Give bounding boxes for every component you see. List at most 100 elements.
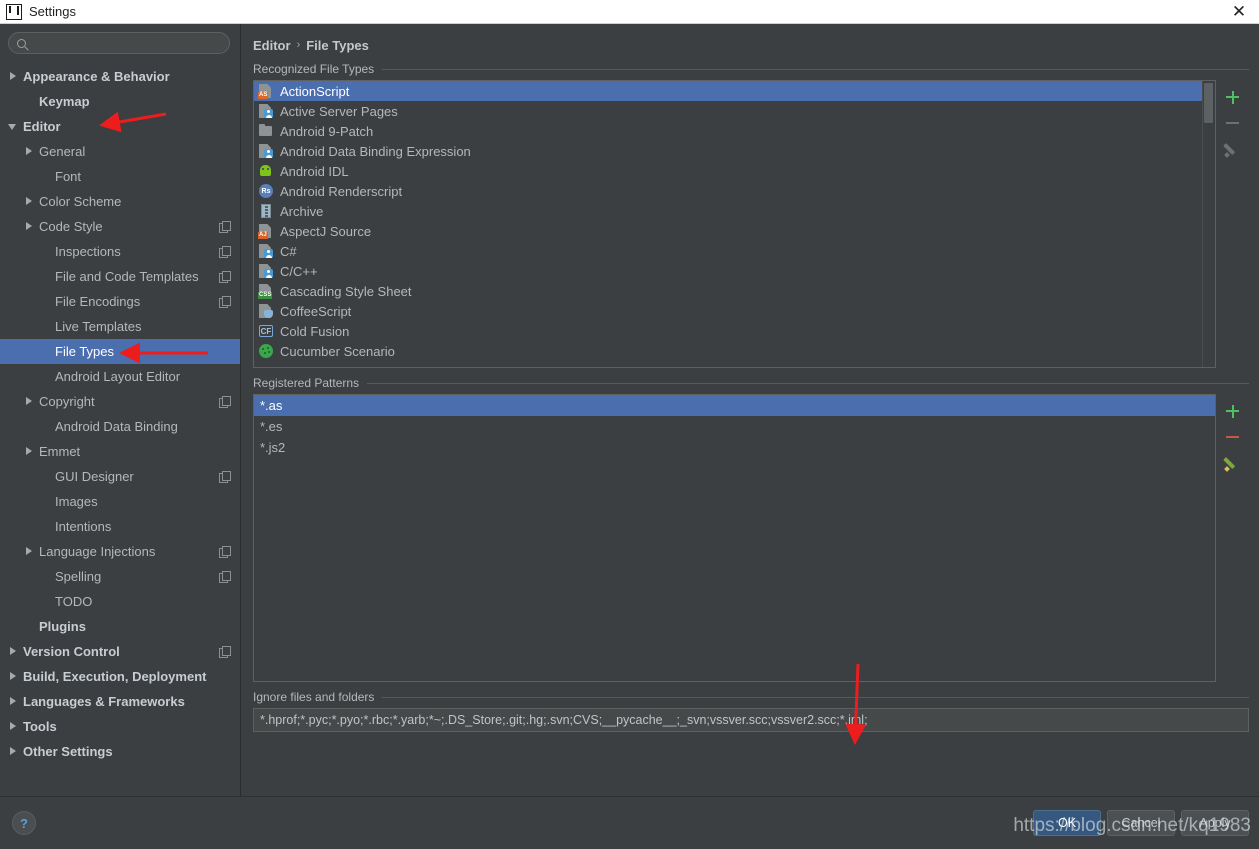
header-divider — [367, 382, 1249, 384]
file-type-row[interactable]: Archive — [254, 201, 1215, 221]
sidebar-item-android-data-binding[interactable]: Android Data Binding — [0, 414, 240, 439]
file-type-row[interactable]: AJ AspectJ Source — [254, 221, 1215, 241]
patterns-list[interactable]: *.as *.es *.js2 — [253, 394, 1216, 682]
chevron-right-icon[interactable] — [8, 71, 19, 82]
sidebar-item-label: Live Templates — [55, 319, 142, 334]
copy-settings-icon — [219, 271, 231, 283]
cf-box-icon: CF — [259, 325, 273, 337]
file-type-row[interactable]: Rs Android Renderscript — [254, 181, 1215, 201]
file-type-row[interactable]: AS ActionScript — [254, 81, 1215, 101]
cancel-button[interactable]: Cancel — [1107, 810, 1175, 836]
file-type-row[interactable]: Cucumber Scenario — [254, 341, 1215, 361]
edit-pattern-button[interactable] — [1221, 450, 1245, 476]
file-type-row[interactable]: Android IDL — [254, 161, 1215, 181]
file-types-list[interactable]: AS ActionScript Active Server Pages Android… — [253, 80, 1216, 368]
dialog-button-group: OK Cancel Apply — [1033, 810, 1249, 836]
file-type-label: Archive — [280, 203, 324, 219]
add-file-type-button[interactable] — [1221, 84, 1245, 110]
chevron-right-icon[interactable] — [8, 671, 19, 682]
file-types-scrollbar-thumb[interactable] — [1204, 83, 1213, 123]
sidebar-item-label: Language Injections — [39, 544, 156, 559]
sidebar-item-version-control[interactable]: Version Control — [0, 639, 240, 664]
pattern-row[interactable]: *.js2 — [254, 437, 1215, 458]
sidebar-item-emmet[interactable]: Emmet — [0, 439, 240, 464]
sidebar-item-label: Version Control — [23, 644, 120, 659]
file-type-row[interactable]: C/C++ — [254, 261, 1215, 281]
sidebar-item-color-scheme[interactable]: Color Scheme — [0, 189, 240, 214]
chevron-right-icon[interactable] — [24, 146, 35, 157]
sidebar-item-build-execution-deployment[interactable]: Build, Execution, Deployment — [0, 664, 240, 689]
file-type-row[interactable]: CSS Cascading Style Sheet — [254, 281, 1215, 301]
file-type-row[interactable]: CF Cold Fusion — [254, 321, 1215, 341]
sidebar-item-label: Font — [55, 169, 82, 184]
sidebar-item-languages-frameworks[interactable]: Languages & Frameworks — [0, 689, 240, 714]
sidebar-item-label: GUI Designer — [55, 469, 134, 484]
patterns-toolbar — [1216, 394, 1249, 682]
sidebar-item-images[interactable]: Images — [0, 489, 240, 514]
chevron-right-icon[interactable] — [24, 196, 35, 207]
sidebar-item-language-injections[interactable]: Language Injections — [0, 539, 240, 564]
remove-pattern-button[interactable] — [1221, 424, 1245, 450]
file-types-scrollbar[interactable] — [1202, 81, 1215, 367]
copy-settings-icon — [219, 571, 231, 583]
pattern-row[interactable]: *.es — [254, 416, 1215, 437]
chevron-right-icon[interactable] — [24, 396, 35, 407]
ok-button[interactable]: OK — [1033, 810, 1101, 836]
doc-aj-icon: AJ — [258, 223, 274, 239]
copy-settings-icon — [219, 396, 231, 408]
file-type-row[interactable]: Active Server Pages — [254, 101, 1215, 121]
sidebar-item-copyright[interactable]: Copyright — [0, 389, 240, 414]
sidebar-item-android-layout-editor[interactable]: Android Layout Editor — [0, 364, 240, 389]
chevron-right-icon[interactable] — [8, 646, 19, 657]
search-input[interactable] — [32, 35, 222, 51]
sidebar-item-font[interactable]: Font — [0, 164, 240, 189]
sidebar-item-file-types[interactable]: File Types — [0, 339, 240, 364]
sidebar-item-todo[interactable]: TODO — [0, 589, 240, 614]
help-button[interactable]: ? — [12, 811, 36, 835]
chevron-right-icon[interactable] — [8, 721, 19, 732]
chevron-right-icon[interactable] — [24, 446, 35, 457]
pattern-row[interactable]: *.as — [254, 395, 1215, 416]
sidebar-item-label: Emmet — [39, 444, 81, 459]
sidebar-item-tools[interactable]: Tools — [0, 714, 240, 739]
chevron-right-icon[interactable] — [24, 546, 35, 557]
sidebar-item-intentions[interactable]: Intentions — [0, 514, 240, 539]
file-type-row[interactable]: Android Data Binding Expression — [254, 141, 1215, 161]
sidebar-item-spelling[interactable]: Spelling — [0, 564, 240, 589]
ignore-files-input[interactable]: *.hprof;*.pyc;*.pyo;*.rbc;*.yarb;*~;.DS_… — [253, 708, 1249, 732]
file-type-label: Android 9-Patch — [280, 123, 374, 139]
apply-button[interactable]: Apply — [1181, 810, 1249, 836]
sidebar-item-label: Inspections — [55, 244, 121, 259]
sidebar-item-gui-designer[interactable]: GUI Designer — [0, 464, 240, 489]
file-types-items: AS ActionScript Active Server Pages Android… — [254, 81, 1215, 361]
chevron-down-icon[interactable] — [8, 121, 19, 132]
sidebar-item-file-and-code-templates[interactable]: File and Code Templates — [0, 264, 240, 289]
sidebar-item-code-style[interactable]: Code Style — [0, 214, 240, 239]
file-type-row[interactable]: CoffeeScript — [254, 301, 1215, 321]
file-type-row[interactable]: Android 9-Patch — [254, 121, 1215, 141]
sidebar-item-general[interactable]: General — [0, 139, 240, 164]
pencil-icon — [1223, 142, 1240, 158]
chevron-right-icon[interactable] — [8, 696, 19, 707]
sidebar-item-other-settings[interactable]: Other Settings — [0, 739, 240, 764]
rs-circle-icon: Rs — [258, 183, 274, 199]
close-icon[interactable]: ✕ — [1219, 0, 1259, 23]
sidebar-item-live-templates[interactable]: Live Templates — [0, 314, 240, 339]
add-pattern-button[interactable] — [1221, 398, 1245, 424]
search-box[interactable] — [8, 32, 230, 54]
sidebar-item-editor[interactable]: Editor — [0, 114, 240, 139]
sidebar-item-inspections[interactable]: Inspections — [0, 239, 240, 264]
sidebar-item-file-encodings[interactable]: File Encodings — [0, 289, 240, 314]
sidebar-item-keymap[interactable]: Keymap — [0, 89, 240, 114]
chevron-right-icon[interactable] — [24, 221, 35, 232]
file-type-row[interactable]: C# — [254, 241, 1215, 261]
breadcrumb-parent[interactable]: Editor — [253, 38, 291, 53]
chevron-right-icon[interactable] — [8, 746, 19, 757]
sidebar-item-appearance-behavior[interactable]: Appearance & Behavior — [0, 64, 240, 89]
sidebar-item-plugins[interactable]: Plugins — [0, 614, 240, 639]
